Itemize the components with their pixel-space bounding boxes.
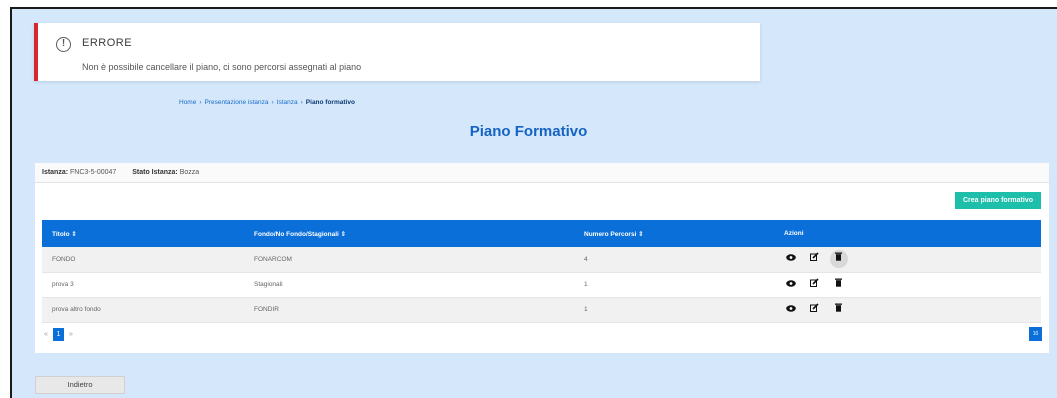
breadcrumb: Home › Presentazione istanza › Istanza › Piano… <box>179 99 355 106</box>
cell-titolo: prova altro fondo <box>42 297 244 323</box>
view-icon[interactable] <box>784 303 798 317</box>
alert-title: ERRORE <box>82 37 133 49</box>
window-frame-top <box>0 0 1057 7</box>
error-alert: ! ERRORE Non è possibile cancellare il p… <box>34 23 760 81</box>
table-row: prova altro fondo FONDIR 1 <box>42 297 1041 323</box>
breadcrumb-separator: › <box>300 99 303 106</box>
view-icon[interactable] <box>784 278 798 292</box>
pagination-prev[interactable]: « <box>42 331 50 338</box>
column-header-titolo[interactable]: Titolo ⇕ <box>42 220 244 247</box>
column-header-fondo[interactable]: Fondo/No Fondo/Stagionali ⇕ <box>244 220 574 247</box>
delete-icon[interactable] <box>832 303 846 317</box>
cell-azioni <box>774 272 1041 298</box>
create-piano-button[interactable]: Crea piano formativo <box>954 192 1041 209</box>
cell-fondo: FONDIR <box>244 297 574 323</box>
piani-table: Titolo ⇕ Fondo/No Fondo/Stagionali ⇕ Num… <box>42 220 1041 323</box>
view-icon[interactable] <box>784 252 798 266</box>
window-border-top <box>12 7 1057 9</box>
cell-numero-percorsi: 1 <box>574 272 774 298</box>
cell-numero-percorsi: 4 <box>574 247 774 273</box>
back-button[interactable]: Indietro <box>35 376 125 394</box>
table-row: prova 3 Stagionali 1 <box>42 272 1041 298</box>
column-header-numero-percorsi[interactable]: Numero Percorsi ⇕ <box>574 220 774 247</box>
cell-titolo: prova 3 <box>42 272 244 298</box>
table-header-row: Titolo ⇕ Fondo/No Fondo/Stagionali ⇕ Num… <box>42 220 1041 247</box>
window-border-left <box>10 7 12 398</box>
breadcrumb-istanza[interactable]: Istanza <box>277 99 298 106</box>
column-header-azioni: Azioni <box>774 220 1041 247</box>
table-row: FONDO FONARCOM 4 <box>42 247 1041 273</box>
cell-fondo: Stagionali <box>244 272 574 298</box>
istanza-label: Istanza: <box>42 169 69 176</box>
pagination: « 1 » <box>42 327 75 342</box>
pagination-page-current[interactable]: 1 <box>53 328 64 341</box>
istanza-value: FNC3-5-00047 <box>70 169 117 176</box>
breadcrumb-presentazione-istanza[interactable]: Presentazione istanza <box>205 99 269 106</box>
stato-istanza-label: Stato Istanza: <box>132 169 178 176</box>
stato-istanza-value: Bozza <box>179 169 200 176</box>
cell-azioni <box>774 297 1041 323</box>
breadcrumb-current: Piano formativo <box>305 99 355 106</box>
alert-message: Non è possibile cancellare il piano, ci … <box>82 62 362 72</box>
cell-azioni <box>774 247 1041 273</box>
pagination-next[interactable]: » <box>67 331 75 338</box>
instance-info-bar: Istanza: FNC3-5-00047 Stato Istanza: Boz… <box>35 163 1049 183</box>
edit-icon[interactable] <box>808 252 822 266</box>
cell-titolo: FONDO <box>42 247 244 273</box>
delete-icon[interactable] <box>832 278 846 292</box>
delete-icon[interactable] <box>829 250 848 269</box>
cell-fondo: FONARCOM <box>244 247 574 273</box>
breadcrumb-home[interactable]: Home <box>179 99 196 106</box>
piano-card: Istanza: FNC3-5-00047 Stato Istanza: Boz… <box>35 163 1049 353</box>
edit-icon[interactable] <box>808 302 822 317</box>
page-size-selector[interactable]: 10 <box>1029 327 1042 341</box>
breadcrumb-separator: › <box>271 99 274 106</box>
cell-numero-percorsi: 1 <box>574 297 774 323</box>
edit-icon[interactable] <box>808 277 822 292</box>
page-title: Piano Formativo <box>469 123 588 140</box>
exclamation-circle-icon: ! <box>56 37 71 52</box>
breadcrumb-separator: › <box>199 99 202 106</box>
